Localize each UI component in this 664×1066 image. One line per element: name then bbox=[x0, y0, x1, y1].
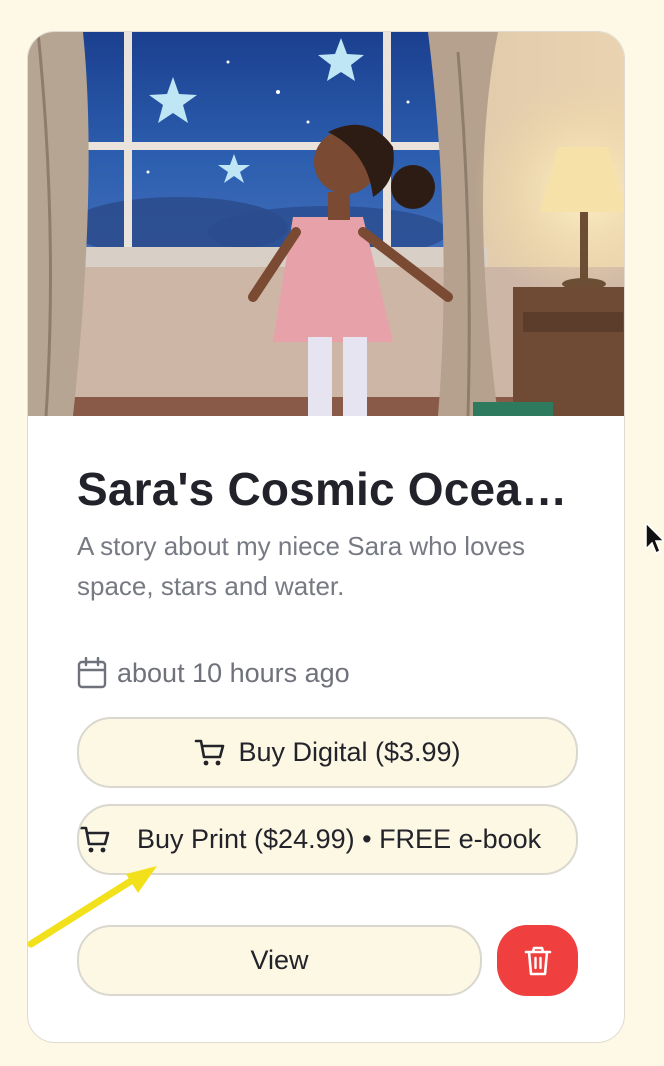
trash-icon bbox=[524, 946, 551, 975]
buy-digital-button[interactable]: Buy Digital ($3.99) bbox=[77, 717, 578, 788]
delete-button[interactable] bbox=[497, 925, 578, 996]
buy-print-label: Buy Print ($24.99) • FREE e-book bbox=[137, 824, 542, 854]
story-title: Sara's Cosmic Ocean Adventure bbox=[77, 463, 577, 515]
mouse-cursor-icon bbox=[645, 522, 664, 555]
calendar-icon bbox=[77, 657, 107, 689]
buy-digital-label: Buy Digital ($3.99) bbox=[238, 737, 461, 767]
story-card: Sara's Cosmic Ocean Adventure A story ab… bbox=[27, 31, 625, 1043]
view-label: View bbox=[250, 945, 309, 975]
cart-icon bbox=[195, 739, 225, 765]
cart-icon bbox=[79, 826, 110, 852]
cover-image[interactable] bbox=[28, 32, 625, 416]
story-description: A story about my niece Sara who loves sp… bbox=[77, 531, 526, 601]
buy-print-button[interactable]: Buy Print ($24.99) • FREE e-book bbox=[77, 804, 578, 875]
view-button[interactable]: View bbox=[77, 925, 482, 996]
date-label: about 10 hours ago bbox=[117, 657, 350, 688]
created-date: about 10 hours ago bbox=[77, 656, 350, 690]
